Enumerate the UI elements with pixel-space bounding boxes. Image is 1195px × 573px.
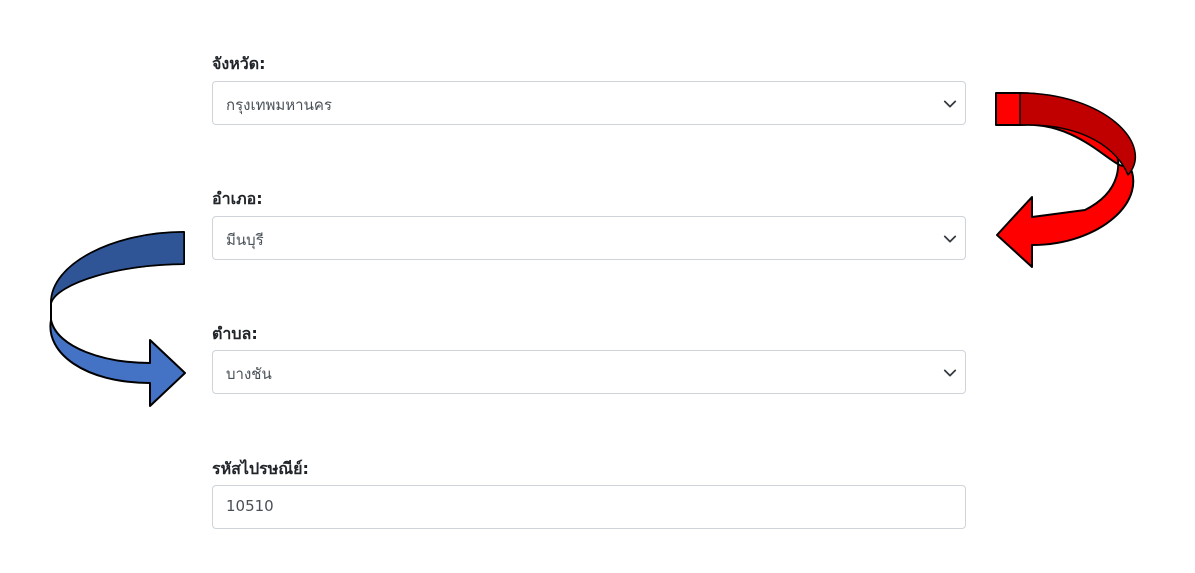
- district-field-group: อำเภอ: มีนบุรี: [212, 185, 968, 265]
- province-selected-value: กรุงเทพมหานคร: [226, 96, 332, 114]
- chevron-down-icon: [943, 369, 957, 377]
- province-label: จังหวัด:: [212, 54, 266, 73]
- postal-code-value: 10510: [226, 497, 274, 515]
- subdistrict-select[interactable]: บางชัน: [212, 350, 966, 394]
- subdistrict-label: ตำบล:: [212, 324, 258, 343]
- subdistrict-selected-value: บางชัน: [226, 365, 272, 383]
- province-select[interactable]: กรุงเทพมหานคร: [212, 81, 966, 125]
- district-label: อำเภอ:: [212, 189, 263, 208]
- chevron-down-icon: [943, 100, 957, 108]
- postal-code-field-group: รหัสไปรษณีย์: 10510: [212, 455, 968, 535]
- chevron-down-icon: [943, 235, 957, 243]
- district-select[interactable]: มีนบุรี: [212, 216, 966, 260]
- district-selected-value: มีนบุรี: [226, 231, 264, 249]
- subdistrict-field-group: ตำบล: บางชัน: [212, 320, 968, 400]
- blue-arrow-fold: [50, 231, 185, 304]
- province-field-group: จังหวัด: กรุงเทพมหานคร: [212, 50, 968, 130]
- postal-code-input[interactable]: 10510: [212, 485, 966, 529]
- red-curved-arrow-icon: [995, 92, 1137, 268]
- postal-code-label: รหัสไปรษณีย์:: [212, 459, 309, 478]
- blue-curved-arrow-icon: [49, 231, 186, 407]
